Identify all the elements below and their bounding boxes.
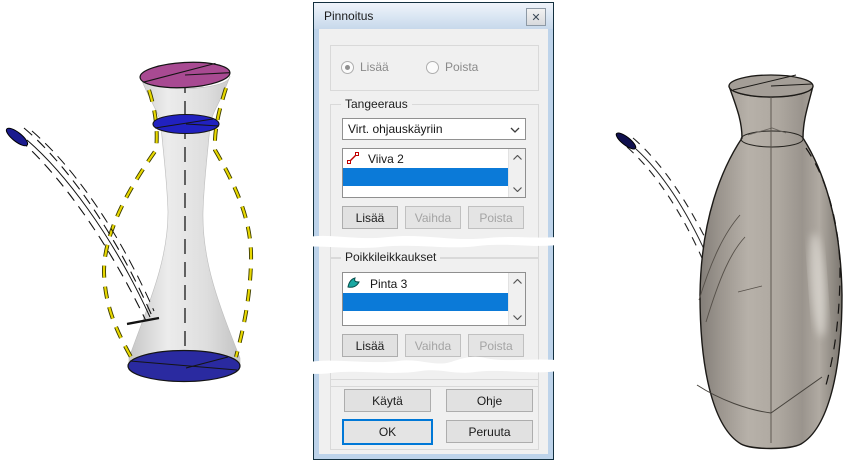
tangency-group-label: Tangeeraus [341, 97, 412, 111]
tangency-add-button[interactable]: Lisää [342, 206, 398, 229]
cross-section-bottom[interactable] [128, 351, 240, 382]
rail-end-section-rendered[interactable] [614, 130, 638, 151]
guide-rail-curves[interactable] [19, 128, 159, 324]
application-canvas: Pinnoitus ✕ Lisää Poista Tangeeraus [0, 0, 853, 463]
chevron-down-icon[interactable] [509, 181, 525, 197]
list-item-viiva2[interactable]: Viiva 2 [343, 150, 508, 168]
viewport-wireframe-model[interactable] [0, 0, 310, 463]
footer-groupbox: Käytä Ohje OK Peruuta [330, 379, 539, 450]
list-item-pinta3[interactable]: Pinta 3 [343, 275, 508, 293]
sections-remove-button[interactable]: Poista [468, 334, 524, 357]
radio-remove-label: Poista [445, 60, 478, 74]
rendered-vase-rim[interactable] [729, 75, 813, 97]
tangency-groupbox: Tangeeraus Virt. ohjauskäyriin [330, 104, 539, 259]
surface-icon [347, 277, 361, 292]
rail-end-section[interactable] [4, 125, 30, 148]
sections-add-button[interactable]: Lisää [342, 334, 398, 357]
sections-change-button[interactable]: Vaihda [405, 334, 461, 357]
tangency-remove-button[interactable]: Poista [468, 206, 524, 229]
cross-section-middle[interactable] [153, 115, 219, 134]
chevron-up-icon[interactable] [509, 273, 525, 289]
help-button[interactable]: Ohje [446, 389, 533, 412]
list-selected-row[interactable] [343, 168, 508, 186]
chevron-down-icon [510, 122, 520, 136]
sections-groupbox: Poikkileikkaukset Pinta 3 [330, 257, 539, 387]
radio-remove-circle[interactable] [426, 61, 439, 74]
chevron-down-icon[interactable] [509, 309, 525, 325]
dialog-body: Lisää Poista Tangeeraus Virt. ohjauskäyr… [319, 29, 548, 454]
sections-group-label: Poikkileikkaukset [341, 250, 440, 264]
mode-groupbox: Lisää Poista [330, 45, 539, 91]
line-icon [347, 152, 359, 167]
dialog-titlebar[interactable]: Pinnoitus ✕ [314, 3, 553, 29]
tangency-change-button[interactable]: Vaihda [405, 206, 461, 229]
cancel-button[interactable]: Peruuta [446, 420, 533, 443]
radio-add-label: Lisää [360, 60, 389, 74]
sections-scrollbar[interactable] [508, 273, 525, 325]
sections-listbox: Pinta 3 [342, 272, 526, 326]
tangency-listbox: Viiva 2 [342, 148, 526, 198]
radio-add-circle[interactable] [341, 61, 354, 74]
list-selected-row[interactable] [343, 293, 508, 311]
tangency-type-dropdown[interactable]: Virt. ohjauskäyriin [342, 118, 526, 140]
list-item-label: Pinta 3 [370, 277, 407, 291]
close-button[interactable]: ✕ [526, 8, 546, 26]
tangency-scrollbar[interactable] [508, 149, 525, 197]
ok-button[interactable]: OK [342, 419, 433, 445]
viewport-rendered-model[interactable] [585, 0, 853, 463]
radio-remove[interactable]: Poista [426, 60, 478, 74]
pinnoitus-dialog: Pinnoitus ✕ Lisää Poista Tangeeraus [313, 2, 554, 460]
apply-button[interactable]: Käytä [344, 389, 431, 412]
chevron-up-icon[interactable] [509, 149, 525, 165]
tangency-dropdown-value: Virt. ohjauskäyriin [348, 122, 443, 136]
list-item-label: Viiva 2 [368, 152, 404, 166]
radio-add[interactable]: Lisää [341, 60, 389, 74]
close-icon: ✕ [531, 11, 540, 24]
dialog-title: Pinnoitus [314, 9, 373, 23]
